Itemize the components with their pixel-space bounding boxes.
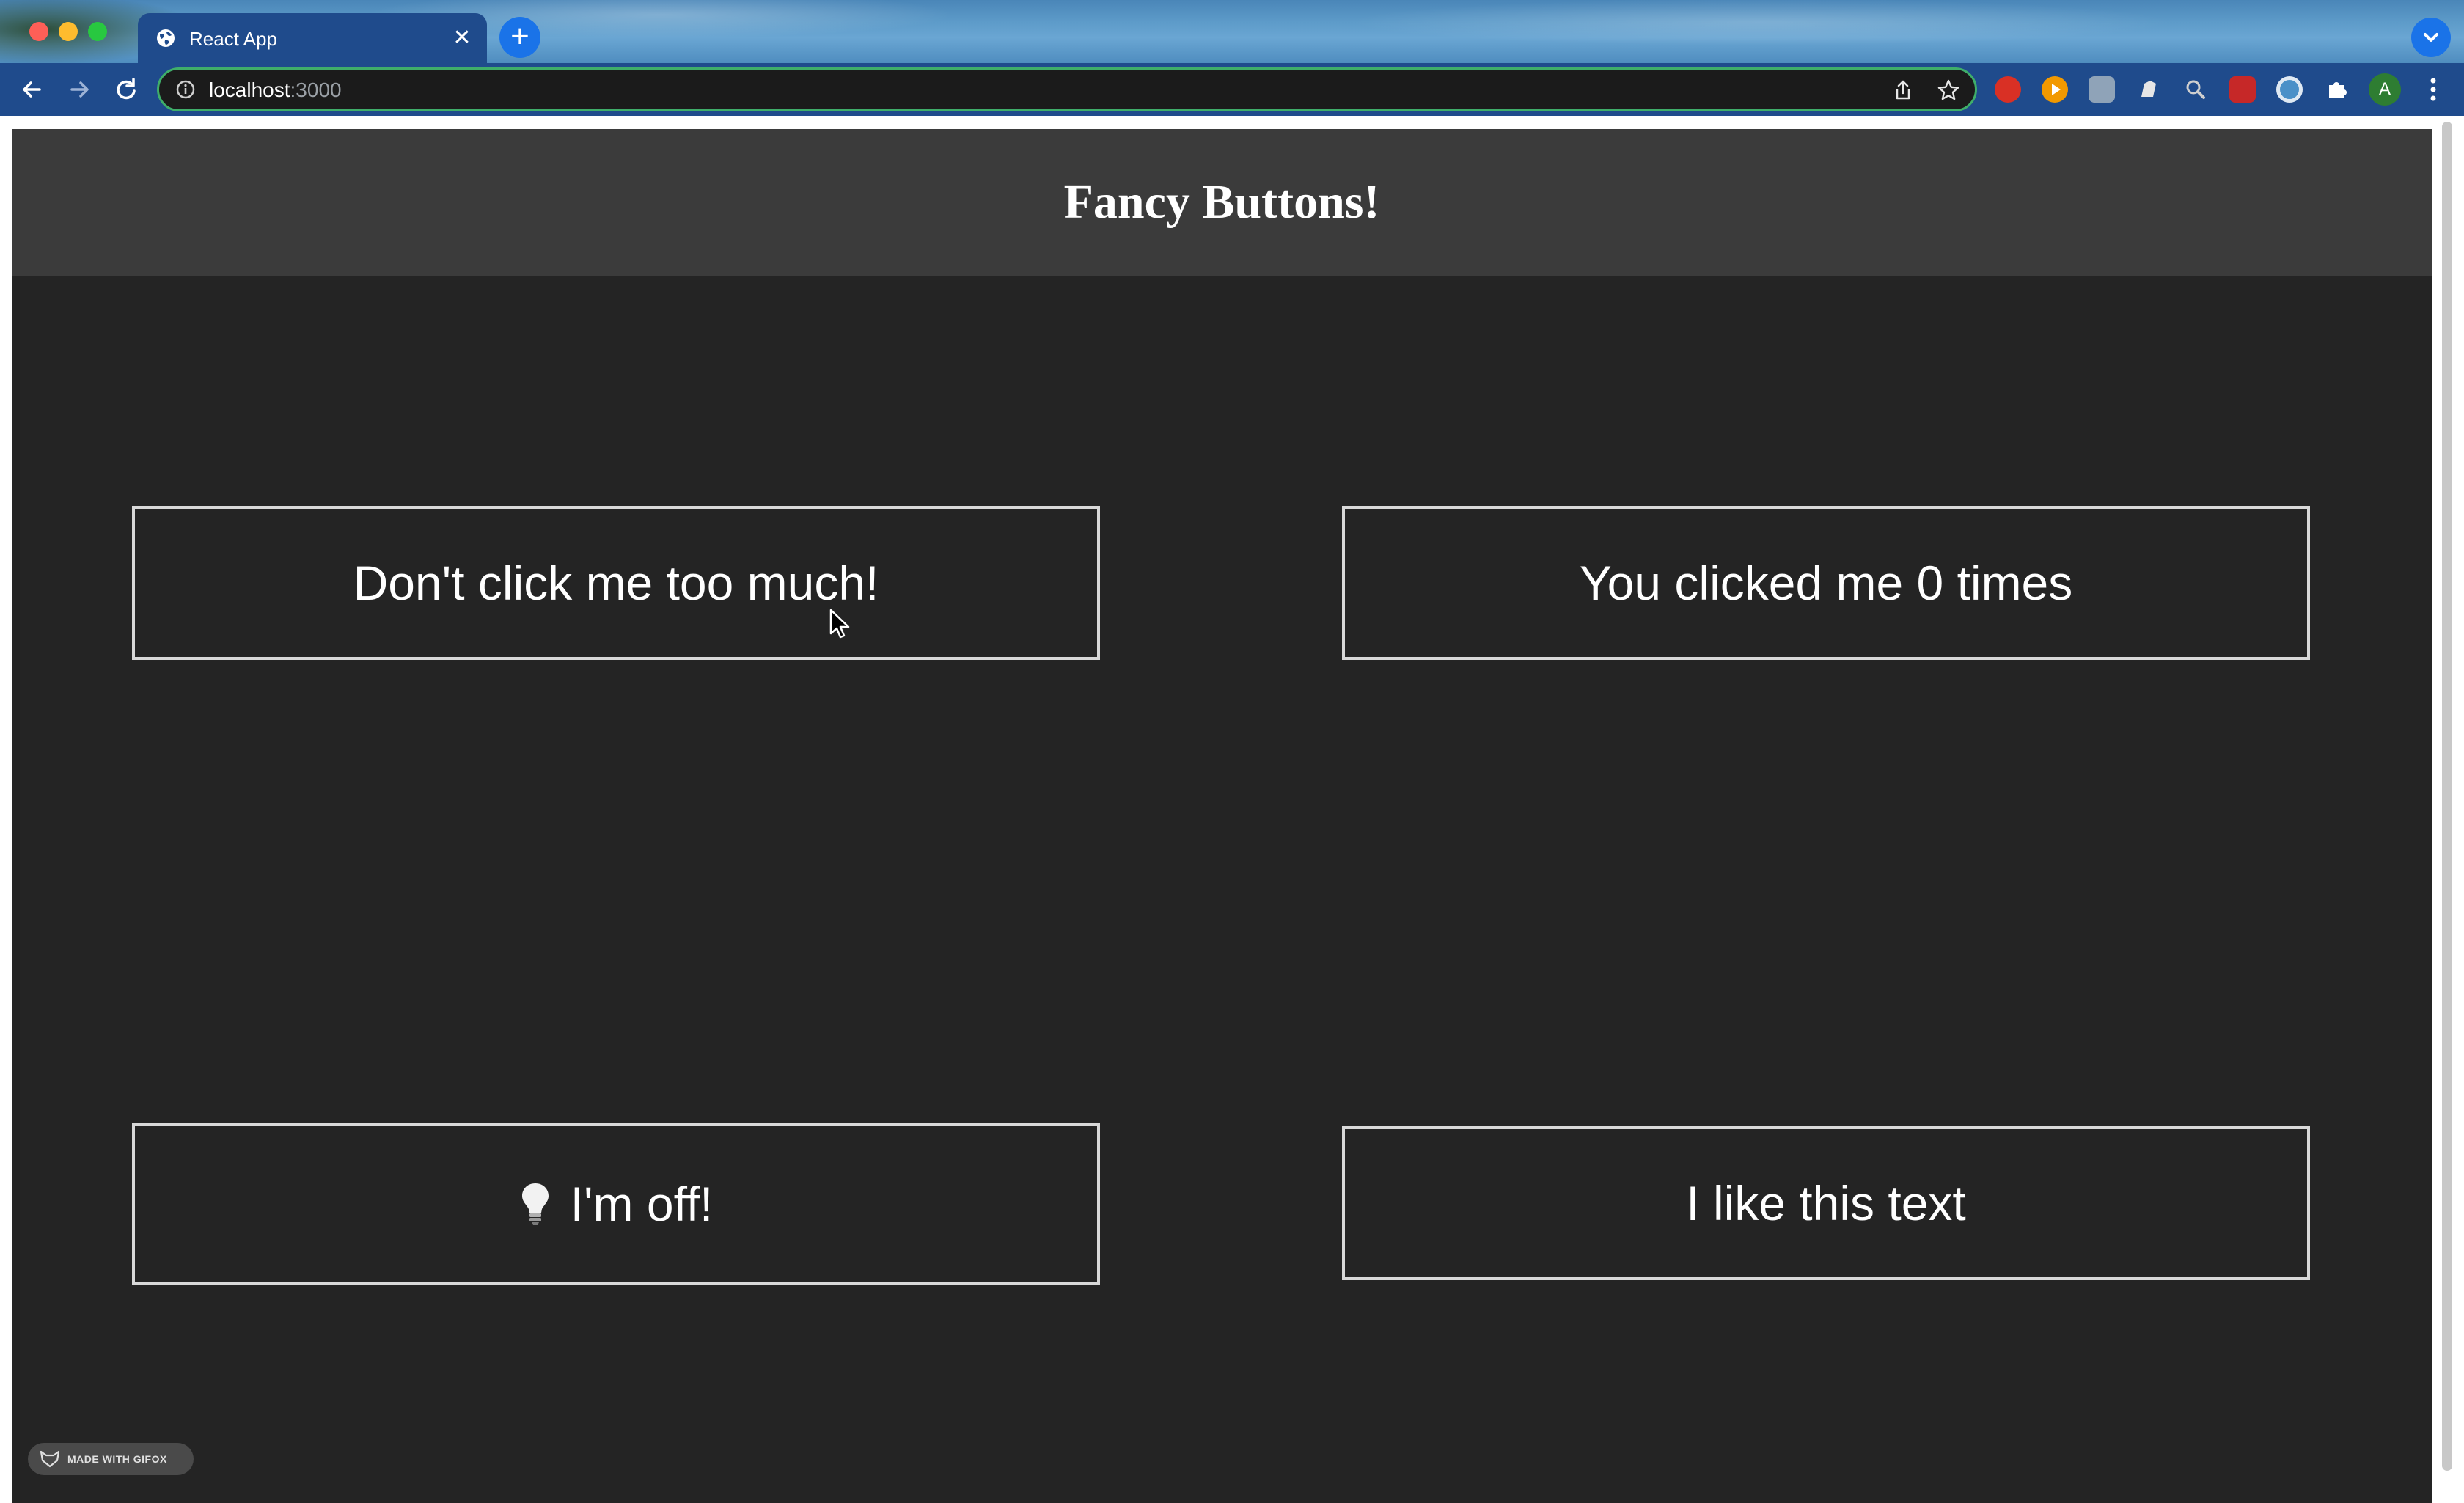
plus-icon: + (510, 18, 529, 54)
mouse-cursor-icon (829, 609, 850, 639)
profile-initial: A (2378, 79, 2391, 99)
lightbulb-icon (521, 1183, 549, 1225)
play-icon[interactable] (2042, 76, 2068, 103)
gift-icon[interactable] (2229, 76, 2256, 103)
new-tab-button[interactable]: + (499, 17, 540, 58)
like-text-label: I like this text (1686, 1176, 1966, 1230)
scrollbar-thumb[interactable] (2442, 122, 2452, 1471)
globe-icon (157, 29, 175, 47)
gifox-logo-icon (40, 1450, 60, 1468)
tab-title: React App (189, 28, 277, 50)
click-counter-label: You clicked me 0 times (1579, 556, 2073, 610)
like-text-button[interactable]: I like this text (1342, 1126, 2310, 1280)
profile-avatar[interactable]: A (2369, 73, 2401, 106)
back-arrow-icon[interactable] (15, 72, 50, 107)
react-app: Fancy Buttons! Don't click me too much! … (12, 129, 2432, 1503)
click-counter-button[interactable]: You clicked me 0 times (1342, 506, 2310, 660)
url-host: localhost (209, 78, 290, 101)
gifox-badge: MADE WITH GIFOX (28, 1443, 194, 1475)
adblock-icon[interactable] (1995, 76, 2021, 103)
gifox-badge-label: MADE WITH GIFOX (67, 1453, 167, 1465)
pencil-icon[interactable] (2135, 76, 2162, 103)
reload-icon[interactable] (109, 72, 144, 107)
extension-box-icon[interactable] (2089, 76, 2115, 103)
light-toggle-label: I'm off! (570, 1177, 714, 1231)
close-icon[interactable]: ✕ (449, 25, 475, 51)
address-bar[interactable]: localhost:3000 (157, 67, 1977, 111)
tab-react-app[interactable]: React App ✕ (138, 13, 487, 63)
puzzle-icon[interactable] (2323, 76, 2350, 103)
forward-arrow-icon[interactable] (62, 72, 97, 107)
dont-click-button[interactable]: Don't click me too much! (132, 506, 1100, 660)
chevron-down-icon (2424, 33, 2438, 42)
tab-search-button[interactable] (2411, 18, 2451, 57)
page-title: Fancy Buttons! (1063, 175, 1380, 229)
window-zoom-button[interactable] (88, 22, 107, 41)
light-toggle-button[interactable]: I'm off! (132, 1123, 1100, 1285)
url-text[interactable]: localhost:3000 (209, 78, 342, 102)
bookmark-star-icon[interactable] (1937, 78, 1960, 102)
window-close-button[interactable] (29, 22, 48, 41)
page-viewport: Fancy Buttons! Don't click me too much! … (0, 116, 2464, 1503)
dont-click-label: Don't click me too much! (353, 556, 879, 610)
window-minimize-button[interactable] (59, 22, 78, 41)
browser-tab-strip: React App ✕ + (0, 0, 2464, 63)
more-vert-icon[interactable] (2420, 72, 2446, 107)
share-icon[interactable] (1891, 78, 1915, 102)
play-triangle-icon (2052, 84, 2061, 95)
circle-icon[interactable] (2276, 76, 2303, 103)
browser-toolbar: localhost:3000 A (0, 63, 2464, 116)
info-icon[interactable] (175, 79, 196, 100)
app-header: Fancy Buttons! (12, 129, 2432, 276)
page-scrollbar[interactable] (2439, 122, 2455, 1485)
url-port: :3000 (290, 78, 342, 101)
magnifier-icon[interactable] (2182, 76, 2209, 103)
